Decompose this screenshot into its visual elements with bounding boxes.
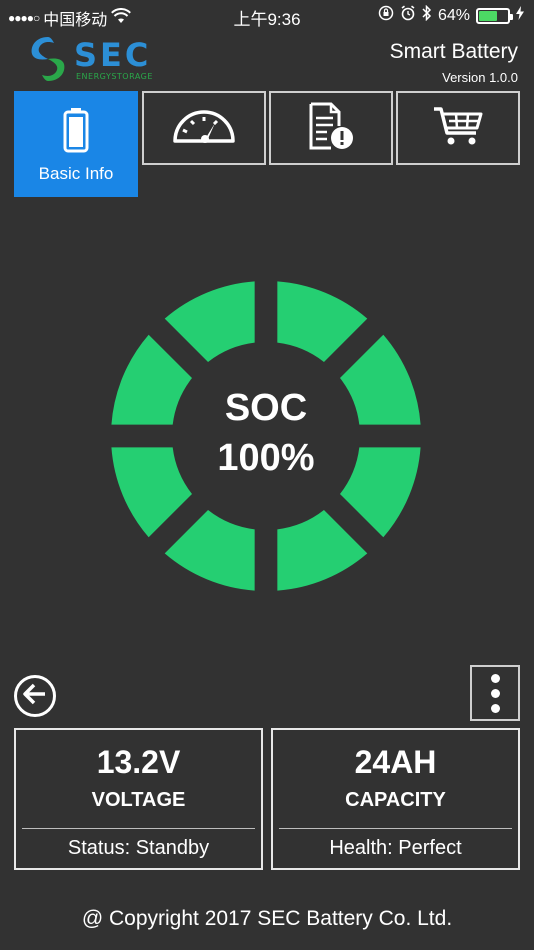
rotation-lock-icon <box>378 5 394 26</box>
status-text: Status: Standby <box>67 837 210 859</box>
tab-alerts[interactable] <box>269 91 393 165</box>
tab-bar: Basic Info <box>14 91 520 197</box>
sec-logo: SEC ENERGYSTORAGE <box>26 34 176 84</box>
logo-text: SEC <box>74 36 152 74</box>
arrow-left-icon <box>23 683 47 710</box>
copyright-text: @ Copyright 2017 SEC Battery Co. Ltd. <box>81 907 453 930</box>
battery-icon <box>63 107 89 158</box>
tab-shop[interactable] <box>396 91 520 165</box>
capacity-card: 24AH CAPACITY Health: Perfect <box>271 728 520 870</box>
soc-readout: SOC 100% <box>110 384 422 484</box>
status-right: 64% <box>378 4 524 26</box>
status-bar: ●●●●○ 中国移动 上午9:36 64% <box>0 0 534 30</box>
back-button[interactable] <box>14 675 56 717</box>
tab-basic-info[interactable]: Basic Info <box>14 91 138 197</box>
voltage-label: VOLTAGE <box>91 789 186 811</box>
alarm-icon <box>400 5 416 26</box>
more-options-button[interactable] <box>470 665 520 721</box>
cart-icon <box>432 105 484 152</box>
capacity-label: CAPACITY <box>345 789 446 811</box>
battery-level-indicator <box>476 7 513 24</box>
soc-segment <box>277 509 368 591</box>
soc-segment <box>277 281 368 363</box>
more-dot-icon <box>490 688 500 698</box>
speedometer-icon <box>171 108 237 149</box>
logo-subtitle: ENERGYSTORAGE <box>76 72 153 81</box>
soc-label: SOC <box>224 387 308 429</box>
soc-segment <box>164 509 255 591</box>
health-text: Health: Perfect <box>329 837 462 859</box>
more-dot-icon <box>490 703 500 713</box>
battery-level-fill <box>479 10 497 21</box>
voltage-value: 13.2V <box>96 744 181 780</box>
document-alert-icon <box>305 101 357 156</box>
battery-percent: 64% <box>437 6 470 24</box>
soc-segment <box>164 281 255 363</box>
card-divider <box>279 828 512 829</box>
tab-dashboard[interactable] <box>142 91 266 165</box>
bluetooth-icon <box>422 4 432 26</box>
soc-value: 100% <box>217 437 315 479</box>
app-title: Smart Battery <box>389 40 518 63</box>
card-divider <box>22 828 255 829</box>
charging-icon <box>516 6 524 25</box>
capacity-value: 24AH <box>354 744 437 780</box>
app-version: Version 1.0.0 <box>442 70 518 85</box>
more-dot-icon <box>490 673 500 683</box>
voltage-card: 13.2V VOLTAGE Status: Standby <box>14 728 263 870</box>
sec-logo-icon <box>31 37 65 81</box>
tab-basic-info-label: Basic Info <box>38 164 114 183</box>
